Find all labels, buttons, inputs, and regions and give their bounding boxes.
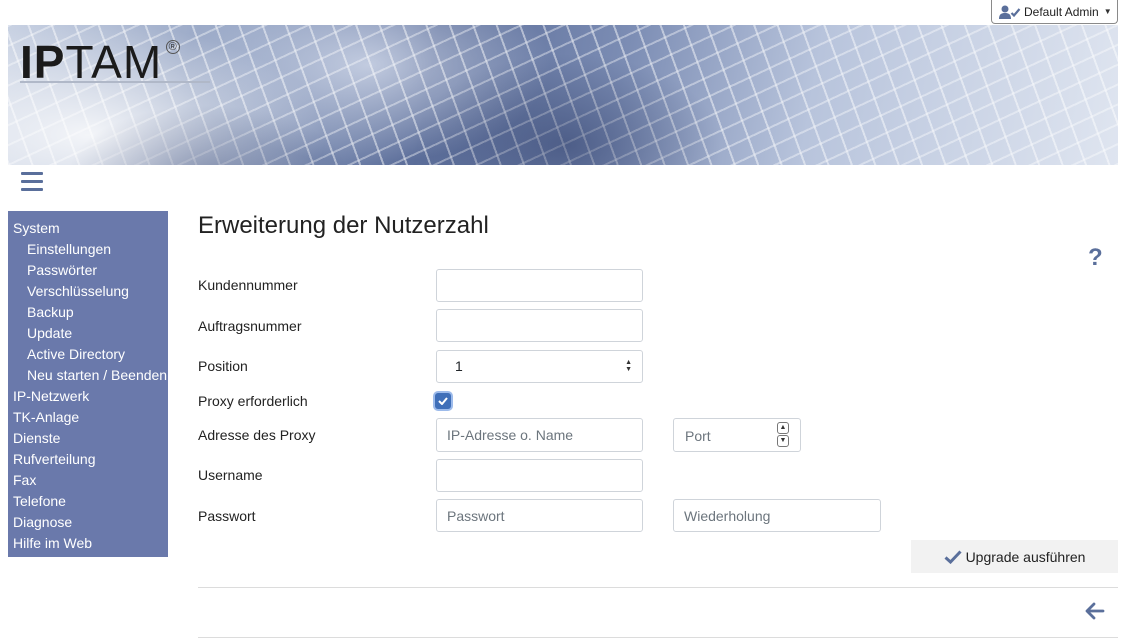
upgrade-button[interactable]: Upgrade ausführen: [911, 540, 1118, 573]
position-label: Position: [198, 358, 248, 374]
sidebar-item-dienste[interactable]: Dienste: [8, 428, 168, 449]
select-arrows-icon: ▲ ▼: [625, 359, 632, 373]
divider-bottom: [198, 637, 1118, 638]
proxy-required-label: Proxy erforderlich: [198, 393, 308, 409]
port-spinner[interactable]: ▲ ▼: [777, 422, 789, 448]
page-title: Erweiterung der Nutzerzahl: [198, 212, 489, 239]
sidebar-item-neu-starten[interactable]: Neu starten / Beenden: [8, 365, 168, 386]
sidebar-item-diagnose[interactable]: Diagnose: [8, 512, 168, 533]
hamburger-menu-icon[interactable]: [21, 172, 43, 192]
sidebar-item-passwoerter[interactable]: Passwörter: [8, 260, 168, 281]
sidebar-item-system[interactable]: System: [8, 218, 168, 239]
proxy-address-label: Adresse des Proxy: [198, 427, 316, 443]
kundennummer-input[interactable]: [436, 269, 643, 302]
help-icon[interactable]: ?: [1088, 244, 1103, 272]
logo-underline: [20, 81, 210, 83]
user-menu-button[interactable]: Default Admin ▼: [991, 0, 1118, 24]
auftragsnummer-input[interactable]: [436, 309, 643, 342]
sidebar-item-einstellungen[interactable]: Einstellungen: [8, 239, 168, 260]
divider-top: [198, 587, 1118, 588]
password-repeat-input[interactable]: [673, 499, 881, 532]
sidebar-item-tk-anlage[interactable]: TK-Anlage: [8, 407, 168, 428]
sidebar-item-rufverteilung[interactable]: Rufverteilung: [8, 449, 168, 470]
sidebar-item-telefone[interactable]: Telefone: [8, 491, 168, 512]
sidebar-item-hilfe-im-web[interactable]: Hilfe im Web: [8, 533, 168, 554]
sidebar-item-ip-netzwerk[interactable]: IP-Netzwerk: [8, 386, 168, 407]
iptam-logo: IPTAM ®: [20, 38, 181, 86]
sidebar-item-active-directory[interactable]: Active Directory: [8, 344, 168, 365]
caret-down-icon: ▼: [1103, 7, 1112, 16]
proxy-required-checkbox[interactable]: [435, 393, 451, 409]
checkmark-icon: [438, 397, 448, 405]
sidebar-item-fax[interactable]: Fax: [8, 470, 168, 491]
header-banner: IPTAM ®: [8, 25, 1118, 165]
kundennummer-label: Kundennummer: [198, 277, 298, 293]
position-select-value: 1: [455, 358, 463, 374]
proxy-address-input[interactable]: [436, 418, 643, 452]
user-menu-label: Default Admin: [1024, 4, 1099, 19]
page: Default Admin ▼ IPTAM ® System Einstellu…: [0, 0, 1126, 641]
spinner-up-icon[interactable]: ▲: [777, 422, 789, 434]
check-icon: [944, 549, 962, 564]
sidebar-item-update[interactable]: Update: [8, 323, 168, 344]
sidebar-item-backup[interactable]: Backup: [8, 302, 168, 323]
spinner-down-icon[interactable]: ▼: [777, 435, 789, 447]
proxy-port-placeholder: Port: [685, 428, 711, 444]
password-label: Passwort: [198, 508, 256, 524]
auftragsnummer-label: Auftragsnummer: [198, 318, 302, 334]
proxy-port-input[interactable]: Port ▲ ▼: [673, 418, 801, 452]
sidebar-item-verschluesselung[interactable]: Verschlüsselung: [8, 281, 168, 302]
back-arrow-icon[interactable]: [1085, 602, 1105, 625]
password-input[interactable]: [436, 499, 643, 532]
sidebar-nav: System Einstellungen Passwörter Verschlü…: [8, 211, 168, 557]
position-select[interactable]: 1 ▲ ▼: [436, 350, 643, 383]
username-label: Username: [198, 467, 263, 483]
user-check-icon: [999, 5, 1021, 19]
upgrade-button-label: Upgrade ausführen: [965, 548, 1086, 565]
username-input[interactable]: [436, 459, 643, 492]
